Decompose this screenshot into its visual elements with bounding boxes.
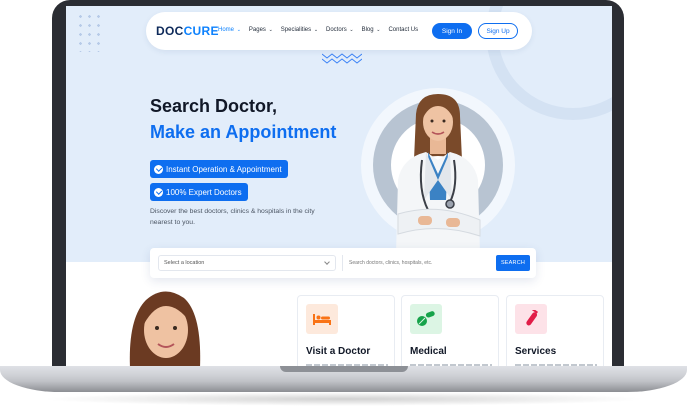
- test-tube-icon: [515, 304, 547, 334]
- doctor-image: [396, 94, 481, 254]
- chevron-down-icon: ⌄: [313, 27, 319, 33]
- nav-home[interactable]: Home ⌄: [218, 27, 241, 33]
- pills-icon: [410, 304, 442, 334]
- check-circle-icon: [154, 187, 163, 197]
- nav-doctors[interactable]: Doctors ⌄: [326, 27, 354, 33]
- hero-title-line2: Make an Appointment: [150, 122, 337, 142]
- feature-badge-label: Instant Operation & Appointment: [166, 164, 282, 174]
- service-card-visit-doctor[interactable]: Visit a Doctor: [297, 295, 395, 366]
- sign-in-button[interactable]: Sign In: [432, 23, 472, 39]
- nav-pages[interactable]: Pages ⌄: [249, 27, 273, 33]
- nav-home-label: Home: [218, 27, 235, 33]
- service-card-title: Services: [515, 346, 557, 357]
- doctor-portrait-image: [129, 291, 201, 366]
- chevron-down-icon: ⌄: [349, 27, 354, 33]
- nav-pages-label: Pages: [248, 27, 266, 33]
- laptop-notch: [280, 366, 408, 372]
- sign-up-button[interactable]: Sign Up: [478, 23, 518, 39]
- laptop-screen: DOCCURE Home ⌄ Pages ⌄ Specialities ⌄ Do…: [66, 6, 612, 366]
- nav-links: Home ⌄ Pages ⌄ Specialities ⌄ Doctors ⌄ …: [218, 27, 418, 33]
- search-button[interactable]: SEARCH: [496, 255, 530, 271]
- navbar: DOCCURE Home ⌄ Pages ⌄ Specialities ⌄ Do…: [146, 12, 532, 50]
- search-bar: Select a location Search doctors, clinic…: [150, 248, 536, 278]
- decorative-zigzag: [322, 53, 362, 64]
- nav-doctors-label: Doctors: [326, 27, 347, 33]
- logo[interactable]: DOCCURE: [156, 24, 219, 38]
- chevron-down-icon: [324, 259, 330, 265]
- nav-blog-label: Blog: [361, 27, 374, 33]
- check-circle-icon: [154, 164, 163, 174]
- logo-accent: CURE: [183, 24, 219, 38]
- service-card-title: Visit a Doctor: [306, 346, 371, 357]
- nav-specialities[interactable]: Specialities ⌄: [281, 27, 318, 33]
- feature-badge-label: 100% Expert Doctors: [166, 187, 242, 197]
- hero-title-line1: Search Doctor,: [150, 96, 278, 116]
- decorative-dots: [76, 12, 102, 52]
- hero-description: Discover the best doctors, clinics & hos…: [150, 208, 315, 226]
- chevron-down-icon: ⌄: [268, 27, 273, 33]
- chevron-down-icon: ⌄: [236, 27, 241, 33]
- service-card-services[interactable]: Services: [506, 295, 604, 366]
- bed-icon: [306, 304, 338, 334]
- service-card-title: Medical: [410, 346, 447, 357]
- nav-blog[interactable]: Blog ⌄: [362, 27, 381, 33]
- search-input[interactable]: Search doctors, clinics, hospitals, etc.: [342, 255, 492, 271]
- nav-contact-label: Contact Us: [388, 27, 419, 33]
- service-card-medical[interactable]: Medical: [401, 295, 499, 366]
- location-select[interactable]: Select a location: [158, 255, 336, 271]
- logo-main: DOC: [156, 24, 184, 38]
- feature-badge: Instant Operation & Appointment: [150, 160, 288, 178]
- location-select-value: Select a location: [164, 260, 205, 266]
- feature-badge: 100% Expert Doctors: [150, 183, 248, 201]
- chevron-down-icon: ⌄: [376, 27, 381, 33]
- laptop-shadow: [40, 392, 647, 406]
- nav-specialities-label: Specialities: [280, 27, 312, 33]
- nav-contact[interactable]: Contact Us: [388, 27, 418, 33]
- hero-section: DOCCURE Home ⌄ Pages ⌄ Specialities ⌄ Do…: [66, 6, 612, 262]
